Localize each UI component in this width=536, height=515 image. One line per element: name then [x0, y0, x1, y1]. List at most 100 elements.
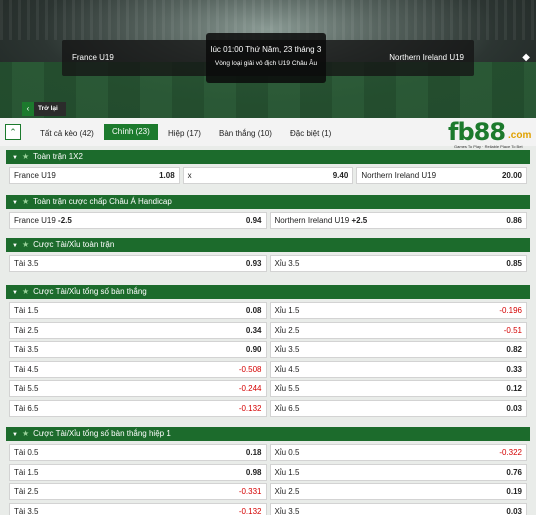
odds-label: Northern Ireland U19 [361, 171, 437, 180]
chevron-left-icon: ‹ [22, 102, 34, 116]
odds-cell[interactable]: Northern Ireland U19 +2.5 0.86 [269, 212, 527, 229]
odds-label: Tài 1.5 [14, 306, 39, 315]
odds-label: Xỉu 1.5 [274, 467, 300, 477]
odds-label: Xỉu 1.5 [274, 306, 300, 315]
odds-cell[interactable]: Tài 3.5 0.90 [9, 341, 267, 358]
section-title: Toàn trận cược chấp Châu Á Handicap [33, 197, 172, 206]
odds-value: 0.18 [245, 448, 262, 457]
match-time: lúc 01:00 Thứ Năm, 23 tháng 3 [210, 45, 322, 54]
pin-icon[interactable]: ◆ [522, 52, 530, 63]
odds-label: Tài 1.5 [14, 467, 39, 477]
section-header[interactable]: ▼ ★ Toàn trận 1X2 [6, 150, 530, 164]
odds-value: 0.93 [245, 259, 262, 268]
tab-half[interactable]: Hiệp (17) [168, 126, 201, 142]
collapse-all-icon[interactable]: ⌃ [5, 124, 21, 140]
caret-down-icon: ▼ [12, 200, 18, 206]
odds-cell[interactable]: Tài 1.5 0.98 [9, 463, 267, 481]
star-icon[interactable]: ★ [22, 287, 29, 296]
odds-cell[interactable]: Xỉu 1.5 0.76 [269, 463, 527, 481]
odds-value: -0.244 [238, 384, 262, 393]
odds-value: -0.331 [238, 487, 262, 496]
odds-value: 0.03 [506, 506, 522, 515]
odds-cell[interactable]: Xỉu 6.5 0.03 [269, 399, 527, 417]
odds-cell[interactable]: Tài 2.5 -0.331 [9, 483, 267, 500]
odds-value: -0.132 [238, 403, 262, 413]
odds-cell[interactable]: Xỉu 3.5 0.03 [269, 502, 527, 515]
odds-cell[interactable]: France U19 -2.5 0.94 [9, 212, 267, 229]
odds-value: -0.196 [499, 306, 522, 315]
odds-value: 9.40 [332, 171, 349, 180]
odds-cell[interactable]: Xỉu 2.5 0.19 [269, 483, 527, 500]
section-title: Cược Tài/Xỉu toàn trận [33, 240, 115, 249]
odds-cell[interactable]: x 9.40 [182, 167, 354, 184]
odds-label: Xỉu 2.5 [274, 487, 300, 496]
odds-cell[interactable]: Xỉu 3.5 0.82 [269, 341, 527, 358]
odds-label: Xỉu 0.5 [274, 448, 300, 457]
odds-cell[interactable]: Tài 4.5 -0.508 [9, 360, 267, 378]
odds-value: 0.82 [506, 345, 522, 354]
tab-all[interactable]: Tất cả kèo (42) [40, 126, 94, 142]
league-name: Vòng loại giải vô địch U19 Châu Âu [214, 60, 318, 67]
odds-label: Xỉu 2.5 [274, 325, 300, 335]
odds-label: Tài 4.5 [14, 364, 39, 374]
odds-value: 0.86 [506, 216, 522, 225]
odds-value: 0.08 [245, 306, 262, 315]
odds-cell[interactable]: Tài 2.5 0.34 [9, 321, 267, 339]
odds-label: Tài 0.5 [14, 448, 39, 457]
odds-label: Tài 3.5 [14, 259, 39, 268]
caret-down-icon: ▼ [12, 432, 18, 438]
odds-value: 0.19 [506, 487, 522, 496]
tab-goals[interactable]: Bàn thắng (10) [219, 126, 272, 142]
odds-cell[interactable]: Xỉu 3.5 0.85 [269, 255, 527, 272]
back-button[interactable]: ‹ Trở lại [22, 102, 66, 116]
odds-value: -0.508 [238, 364, 262, 374]
star-icon[interactable]: ★ [22, 197, 29, 206]
odds-cell[interactable]: Tài 5.5 -0.244 [9, 380, 267, 397]
match-info-bar: France U19 lúc 01:00 Thứ Năm, 23 tháng 3… [62, 33, 474, 83]
star-icon[interactable]: ★ [22, 240, 29, 249]
section-header[interactable]: ▼ ★ Toàn trận cược chấp Châu Á Handicap [6, 195, 530, 209]
home-team-name: France U19 [72, 53, 114, 62]
odds-label: France U19 -2.5 [14, 216, 72, 225]
odds-cell[interactable]: Xỉu 1.5 -0.196 [269, 302, 527, 319]
tab-special[interactable]: Đặc biệt (1) [290, 126, 331, 142]
odds-label: Tài 3.5 [14, 506, 39, 515]
odds-label: Xỉu 6.5 [274, 403, 300, 413]
odds-value: 0.98 [245, 467, 262, 477]
odds-label: Tài 2.5 [14, 325, 39, 335]
odds-cell[interactable]: Xỉu 0.5 -0.322 [269, 444, 527, 461]
odds-cell[interactable]: Tài 1.5 0.08 [9, 302, 267, 319]
odds-cell[interactable]: Xỉu 4.5 0.33 [269, 360, 527, 378]
star-icon[interactable]: ★ [22, 152, 29, 161]
odds-cell[interactable]: Tài 6.5 -0.132 [9, 399, 267, 417]
match-banner: France U19 lúc 01:00 Thứ Năm, 23 tháng 3… [0, 0, 536, 118]
handicap-value: +2.5 [351, 216, 368, 225]
odds-label: x [187, 171, 192, 180]
section-header[interactable]: ▼ ★ Cược Tài/Xỉu tổng số bàn thắng [6, 285, 530, 299]
odds-cell[interactable]: Xỉu 5.5 0.12 [269, 380, 527, 397]
odds-label: Tài 3.5 [14, 345, 39, 354]
tab-main[interactable]: Chính (23) [104, 124, 158, 140]
odds-cell[interactable]: Tài 0.5 0.18 [9, 444, 267, 461]
odds-cell[interactable]: France U19 1.08 [9, 167, 180, 184]
odds-label: Xỉu 3.5 [274, 345, 300, 354]
handicap-value: -2.5 [58, 216, 72, 225]
caret-down-icon: ▼ [12, 155, 18, 161]
odds-value: -0.51 [503, 325, 522, 335]
away-team-name: Northern Ireland U19 [389, 53, 464, 62]
odds-cell[interactable]: Tài 3.5 -0.132 [9, 502, 267, 515]
section-header[interactable]: ▼ ★ Cược Tài/Xỉu toàn trận [6, 238, 530, 252]
odds-label: Northern Ireland U19 +2.5 [274, 216, 368, 225]
odds-cell[interactable]: Tài 3.5 0.93 [9, 255, 267, 272]
odds-label: France U19 [14, 171, 56, 180]
odds-value: 0.12 [506, 384, 522, 393]
star-icon[interactable]: ★ [22, 429, 29, 438]
odds-cell[interactable]: Northern Ireland U19 20.00 [356, 167, 527, 184]
section-title: Cược Tài/Xỉu tổng số bàn thắng hiệp 1 [33, 429, 171, 438]
section-title: Cược Tài/Xỉu tổng số bàn thắng [33, 287, 147, 296]
odds-label: Tài 5.5 [14, 384, 39, 393]
odds-label: Xỉu 5.5 [274, 384, 300, 393]
odds-value: 0.76 [506, 467, 522, 477]
odds-cell[interactable]: Xỉu 2.5 -0.51 [269, 321, 527, 339]
section-header[interactable]: ▼ ★ Cược Tài/Xỉu tổng số bàn thắng hiệp 1 [6, 427, 530, 441]
